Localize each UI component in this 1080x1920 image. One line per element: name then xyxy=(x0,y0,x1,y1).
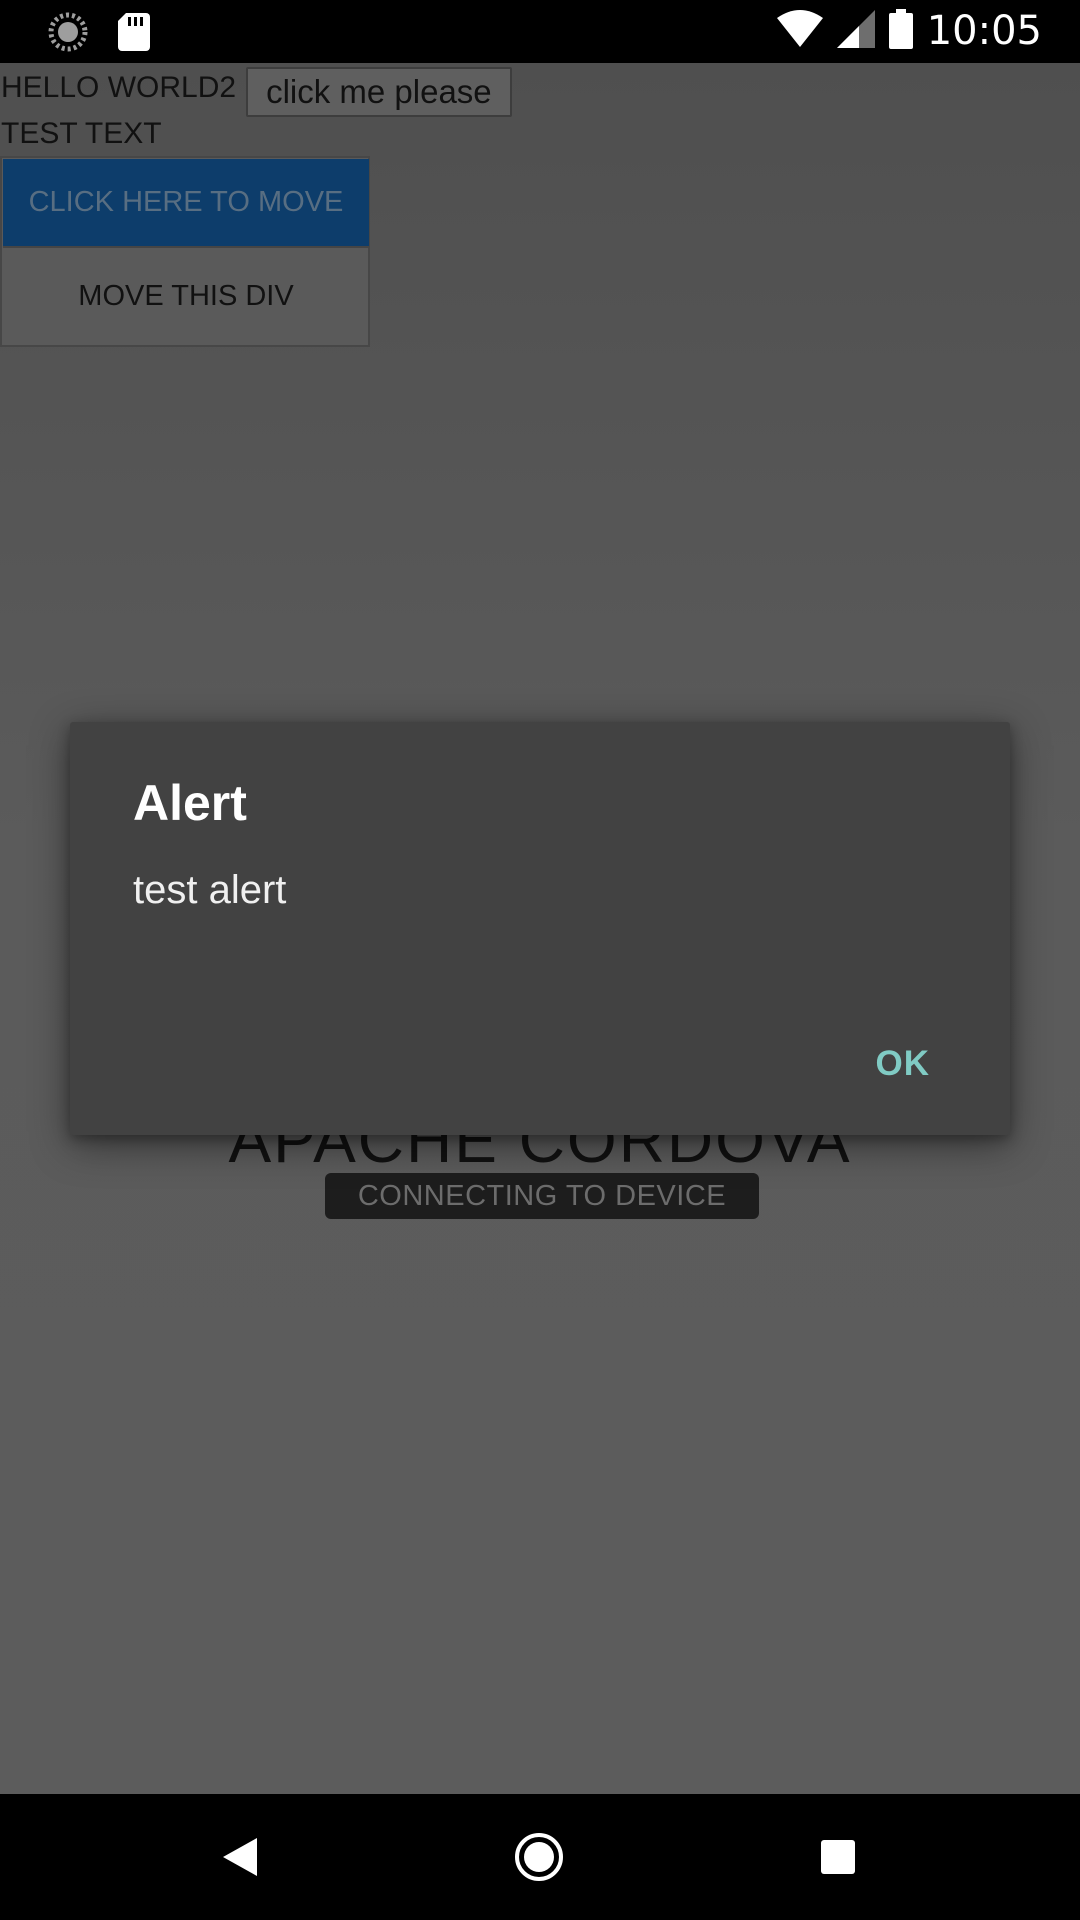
back-icon[interactable] xyxy=(205,1822,275,1892)
alert-dialog: Alert test alert OK xyxy=(70,722,1010,1135)
click-me-button[interactable]: click me please xyxy=(246,67,512,117)
status-bar: 10:05 xyxy=(0,0,1080,63)
move-button[interactable]: CLICK HERE TO MOVE xyxy=(3,159,369,248)
hello-row: HELLO WORLD2 click me please xyxy=(0,67,512,117)
device-status-badge: CONNECTING TO DEVICE xyxy=(325,1173,759,1219)
cellular-signal-icon xyxy=(836,9,875,53)
test-text: TEST TEXT xyxy=(1,117,162,150)
sd-card-icon xyxy=(118,13,150,56)
recents-icon[interactable] xyxy=(803,1822,873,1892)
ok-button[interactable]: OK xyxy=(866,1038,941,1090)
loading-icon xyxy=(48,12,88,57)
move-div[interactable]: MOVE THIS DIV xyxy=(3,248,369,345)
hello-world-text: HELLO WORLD2 xyxy=(1,71,237,104)
dialog-title: Alert xyxy=(133,775,247,831)
move-container: CLICK HERE TO MOVE MOVE THIS DIV xyxy=(0,156,370,347)
navigation-bar xyxy=(0,1794,1080,1920)
home-icon[interactable] xyxy=(504,1822,574,1892)
battery-icon xyxy=(888,8,913,54)
dialog-message: test alert xyxy=(133,868,287,912)
clock: 10:05 xyxy=(926,8,1042,54)
wifi-icon xyxy=(776,9,823,53)
